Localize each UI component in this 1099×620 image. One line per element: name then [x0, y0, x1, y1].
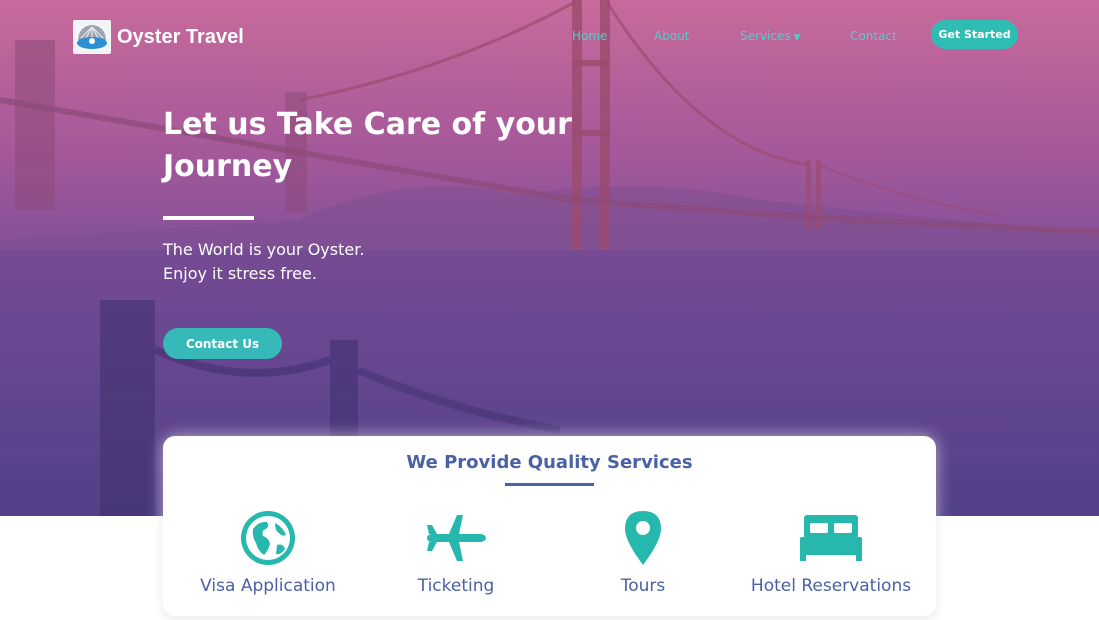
nav-item-about[interactable]: About	[654, 29, 689, 43]
globe-icon	[178, 508, 358, 568]
hero-subtitle-line-1: The World is your Oyster.	[163, 240, 365, 259]
nav-item-home[interactable]: Home	[572, 29, 607, 43]
services-card: We Provide Quality Services Visa Applica…	[163, 436, 936, 616]
service-visa-application[interactable]: Visa Application	[178, 508, 358, 596]
bed-icon	[741, 508, 921, 568]
nav-item-services-label: Services	[740, 29, 791, 43]
map-pin-icon	[553, 508, 733, 568]
get-started-button[interactable]: Get Started	[931, 20, 1018, 49]
services-title: We Provide Quality Services	[406, 452, 693, 473]
hero-title: Let us Take Care of your Journey	[163, 107, 572, 184]
services-divider	[505, 483, 594, 486]
brand-logo[interactable]: Oyster Travel	[73, 20, 244, 54]
hero-divider	[163, 216, 254, 220]
service-label: Visa Application	[200, 576, 336, 596]
contact-us-button[interactable]: Contact Us	[163, 328, 282, 359]
oyster-logo-icon	[73, 20, 111, 54]
service-hotel-reservations[interactable]: Hotel Reservations	[741, 508, 921, 596]
service-label: Hotel Reservations	[750, 576, 912, 596]
service-ticketing[interactable]: Ticketing	[366, 508, 546, 596]
brand-name: Oyster Travel	[117, 25, 244, 48]
hero-subtitle-line-2: Enjoy it stress free.	[163, 264, 317, 283]
service-label: Tours	[620, 576, 666, 596]
hero-subtitle: The World is your Oyster. Enjoy it stres…	[163, 238, 364, 286]
service-tours[interactable]: Tours	[553, 508, 733, 596]
service-label: Ticketing	[417, 576, 495, 596]
nav-item-contact[interactable]: Contact	[850, 29, 897, 43]
airplane-icon	[366, 508, 546, 568]
nav-item-services[interactable]: Services ▼	[740, 29, 801, 43]
caret-down-icon: ▼	[793, 33, 801, 43]
